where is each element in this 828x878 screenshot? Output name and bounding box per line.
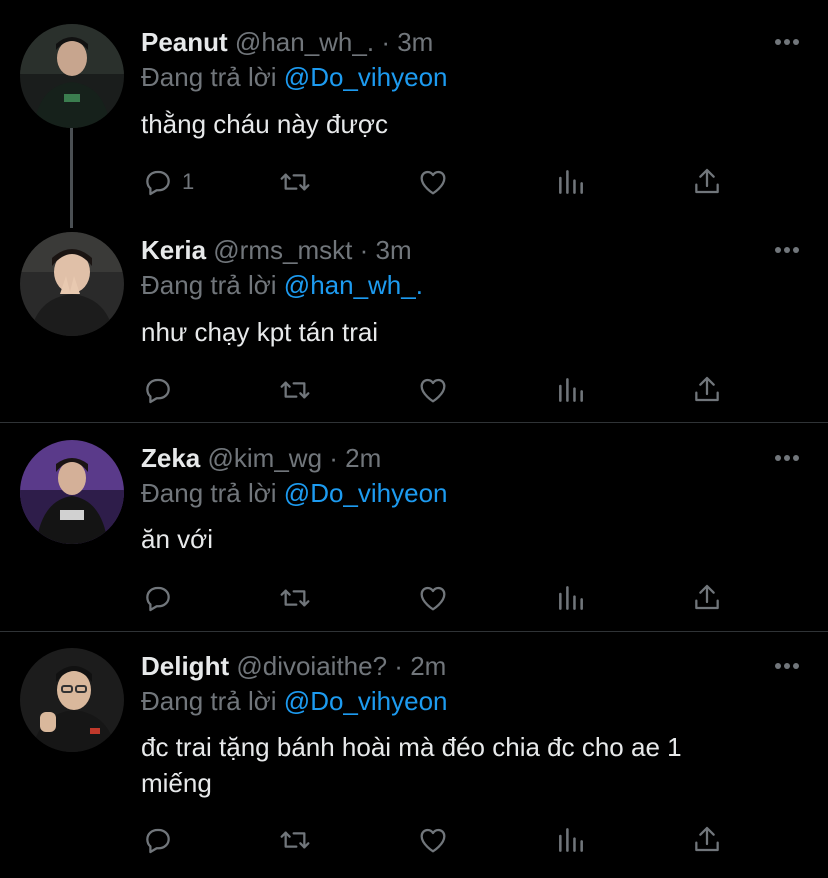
like-icon <box>420 828 446 853</box>
separator: · <box>359 235 369 265</box>
avatar-keria[interactable] <box>20 232 124 336</box>
retweet-icon <box>280 589 310 607</box>
timestamp[interactable]: 3m <box>375 235 411 265</box>
share-button[interactable] <box>691 580 723 616</box>
handle[interactable]: @divoiaithe? <box>236 651 387 681</box>
handle[interactable]: @rms_mskt <box>213 235 352 265</box>
like-button[interactable] <box>417 822 449 858</box>
handle[interactable]: @kim_wg <box>208 443 323 473</box>
tweet-text: như chạy kpt tán trai <box>141 317 379 347</box>
reply-button[interactable] <box>142 822 182 858</box>
display-name[interactable]: Peanut <box>141 27 228 57</box>
tweet-text-line: đc trai tặng bánh hoài mà đéo chia đc ch… <box>141 732 682 762</box>
tweet-header: Peanut @han_wh_. · 3m <box>141 24 433 60</box>
share-icon <box>695 168 719 194</box>
analytics-icon <box>559 378 583 402</box>
mention-link[interactable]: @han_wh_. <box>284 270 423 300</box>
avatar-peanut[interactable] <box>20 24 124 128</box>
reply-count: 1 <box>182 169 195 194</box>
analytics-button[interactable] <box>555 580 587 616</box>
like-button[interactable] <box>417 372 449 408</box>
reply-icon <box>146 378 170 404</box>
replying-to: Đang trả lời @Do_vihyeon <box>141 475 448 511</box>
analytics-icon <box>559 170 583 194</box>
timestamp[interactable]: 2m <box>410 651 446 681</box>
analytics-icon <box>559 586 583 610</box>
reply-icon <box>146 586 170 612</box>
more-icon[interactable] <box>774 661 800 671</box>
tweet-header: Delight @divoiaithe? · 2m <box>141 648 446 684</box>
share-button[interactable] <box>691 164 723 200</box>
avatar-delight[interactable] <box>20 648 124 752</box>
action-bar <box>0 372 828 408</box>
display-name[interactable]: Delight <box>141 651 229 681</box>
share-icon <box>695 376 719 402</box>
tweet-text: đc trai tặng bánh hoài mà đéo chia đc ch… <box>141 729 791 801</box>
retweet-button[interactable] <box>279 822 311 858</box>
action-bar <box>0 580 828 616</box>
action-bar <box>0 822 828 858</box>
retweet-icon <box>280 381 310 399</box>
more-icon[interactable] <box>774 245 800 255</box>
replying-to: Đang trả lời @han_wh_. <box>141 267 423 303</box>
like-button[interactable] <box>417 164 449 200</box>
tweet-text: ăn với <box>141 524 213 554</box>
action-bar: 1 <box>0 164 828 200</box>
display-name[interactable]: Zeka <box>141 443 200 473</box>
tweet-text: thằng cháu này được <box>141 109 388 139</box>
share-icon <box>695 584 719 610</box>
reply-feed: Peanut @han_wh_. · 3m Đang trả lời @Do_v… <box>0 0 828 878</box>
avatar-zeka[interactable] <box>20 440 124 544</box>
tweet-zeka[interactable]: Zeka @kim_wg · 2m Đang trả lời @Do_vihye… <box>0 423 828 631</box>
retweet-button[interactable] <box>279 372 311 408</box>
retweet-button[interactable] <box>279 164 311 200</box>
tweet-keria[interactable]: Keria @rms_mskt · 3m Đang trả lời @han_w… <box>0 214 828 422</box>
tweet-header: Keria @rms_mskt · 3m <box>141 232 412 268</box>
like-icon <box>420 586 446 611</box>
share-button[interactable] <box>691 822 723 858</box>
separator: · <box>329 443 338 473</box>
reply-button[interactable] <box>142 372 182 408</box>
more-icon[interactable] <box>774 453 800 463</box>
separator: · <box>394 651 403 681</box>
retweet-icon <box>280 831 310 849</box>
retweet-icon <box>280 173 310 191</box>
display-name[interactable]: Keria <box>141 235 206 265</box>
like-icon <box>420 170 446 195</box>
reply-icon <box>146 828 170 854</box>
replying-to: Đang trả lời @Do_vihyeon <box>141 683 448 719</box>
reply-button[interactable] <box>142 580 182 616</box>
replying-to-label: Đang trả lời <box>141 478 277 508</box>
timestamp[interactable]: 3m <box>397 27 433 57</box>
analytics-button[interactable] <box>555 164 587 200</box>
analytics-button[interactable] <box>555 822 587 858</box>
separator: · <box>381 27 390 57</box>
reply-button[interactable]: 1 <box>142 164 194 200</box>
analytics-icon <box>559 828 583 852</box>
timestamp[interactable]: 2m <box>345 443 381 473</box>
share-icon <box>695 826 719 852</box>
tweet-delight[interactable]: Delight @divoiaithe? · 2m Đang trả lời @… <box>0 632 828 878</box>
replying-to: Đang trả lời @Do_vihyeon <box>141 59 448 95</box>
replying-to-label: Đang trả lời <box>141 62 277 92</box>
mention-link[interactable]: @Do_vihyeon <box>284 686 448 716</box>
tweet-header: Zeka @kim_wg · 2m <box>141 440 381 476</box>
more-icon[interactable] <box>774 37 800 47</box>
retweet-button[interactable] <box>279 580 311 616</box>
handle[interactable]: @han_wh_. <box>235 27 374 57</box>
reply-icon <box>146 170 170 196</box>
like-icon <box>420 378 446 403</box>
like-button[interactable] <box>417 580 449 616</box>
analytics-button[interactable] <box>555 372 587 408</box>
replying-to-label: Đang trả lời <box>141 270 277 300</box>
replying-to-label: Đang trả lời <box>141 686 277 716</box>
mention-link[interactable]: @Do_vihyeon <box>284 478 448 508</box>
share-button[interactable] <box>691 372 723 408</box>
tweet-text-line: miếng <box>141 768 212 798</box>
mention-link[interactable]: @Do_vihyeon <box>284 62 448 92</box>
tweet-peanut[interactable]: Peanut @han_wh_. · 3m Đang trả lời @Do_v… <box>0 0 828 228</box>
